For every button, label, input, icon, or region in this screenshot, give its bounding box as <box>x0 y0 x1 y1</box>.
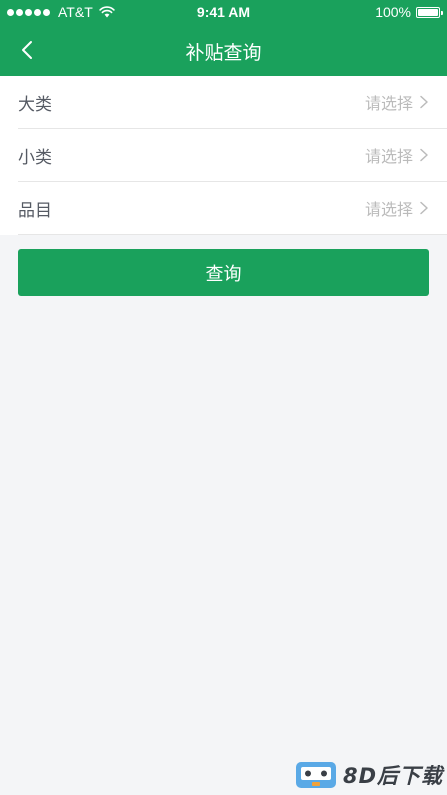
battery-percentage: 100% <box>375 4 411 20</box>
status-bar: AT&T 9:41 AM 100% <box>0 0 447 25</box>
category-value: 请选择 <box>365 90 429 114</box>
subcategory-select-row[interactable]: 小类 请选择 <box>18 129 447 182</box>
battery-fill <box>418 8 438 16</box>
chevron-right-icon <box>420 201 428 215</box>
battery-icon <box>416 6 443 18</box>
nav-bar: 补贴查询 <box>0 25 447 76</box>
chevron-right-icon <box>420 148 428 162</box>
watermark: 8D后下载 <box>295 760 443 790</box>
item-placeholder: 请选择 <box>364 200 413 219</box>
watermark-text: 8D后下载 <box>342 764 443 788</box>
watermark-logo-icon <box>295 762 336 788</box>
item-value: 请选择 <box>365 196 429 220</box>
query-button-container: 查询 <box>0 235 447 296</box>
item-select-row[interactable]: 品目 请选择 <box>18 182 447 235</box>
category-select-row[interactable]: 大类 请选择 <box>18 76 447 129</box>
subcategory-placeholder: 请选择 <box>364 147 413 166</box>
status-right: 100% <box>375 4 443 20</box>
app-header: AT&T 9:41 AM 100% 补贴查询 <box>0 0 447 76</box>
query-button[interactable]: 查询 <box>18 249 429 296</box>
page-title: 补贴查询 <box>185 42 262 64</box>
chevron-right-icon <box>420 95 428 109</box>
category-label: 大类 <box>18 94 52 115</box>
category-placeholder: 请选择 <box>364 94 413 113</box>
filter-form: 大类 请选择 小类 请选择 品目 请选择 <box>0 76 447 235</box>
subcategory-label: 小类 <box>18 147 52 168</box>
item-label: 品目 <box>18 200 52 221</box>
subcategory-value: 请选择 <box>365 143 429 167</box>
